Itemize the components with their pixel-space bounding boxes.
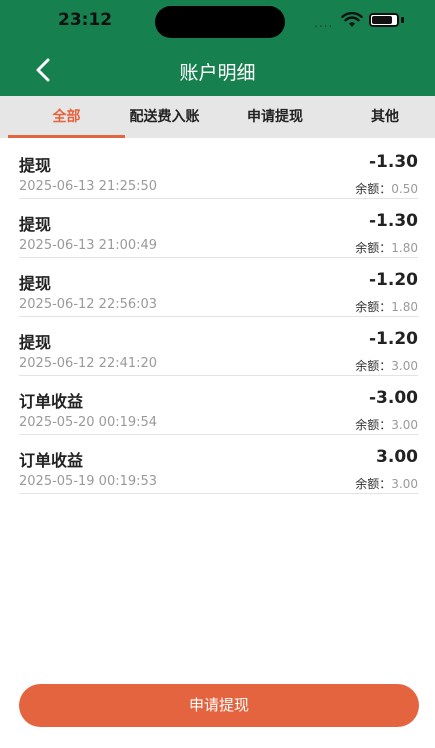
cellular-signal-icon: .... [314,16,334,30]
balance-label: 余额： [355,477,392,491]
record-balance: 余额：1.80 [355,298,418,315]
tab-other[interactable]: 其他 [345,96,425,138]
list-item[interactable]: 提现 -1.30 2025-06-13 21:25:50 余额：0.50 [19,140,418,199]
record-amount: -3.00 [369,388,418,408]
balance-value: 3.00 [391,477,418,491]
record-balance: 余额：3.00 [355,357,418,374]
record-amount: -1.30 [369,211,418,231]
tab-all[interactable]: 全部 [8,96,125,138]
record-date: 2025-06-13 21:00:49 [19,238,158,253]
record-name: 订单收益 [19,451,84,470]
record-balance: 余额：0.50 [355,180,418,197]
status-bar: 23:12 .... [0,0,435,44]
record-name: 提现 [19,215,52,234]
balance-label: 余额： [355,300,392,314]
balance-value: 1.80 [391,241,418,255]
record-name: 提现 [19,274,52,293]
tab-delivery-income[interactable]: 配送费入账 [112,96,217,138]
balance-value: 3.00 [391,359,418,373]
record-amount: -1.30 [369,152,418,172]
list-item[interactable]: 提现 -1.20 2025-06-12 22:56:03 余额：1.80 [19,258,418,317]
balance-label: 余额： [355,359,392,373]
record-balance: 余额：3.00 [355,475,418,492]
battery-cap [401,17,404,23]
transaction-list: 提现 -1.30 2025-06-13 21:25:50 余额：0.50 提现 … [0,140,435,494]
app-header: 23:12 .... 账户明细 [0,0,435,96]
list-item[interactable]: 提现 -1.30 2025-06-13 21:00:49 余额：1.80 [19,199,418,258]
record-name: 提现 [19,333,52,352]
record-date: 2025-06-13 21:25:50 [19,179,158,194]
apply-withdraw-button[interactable]: 申请提现 [19,684,419,727]
list-item[interactable]: 订单收益 3.00 2025-05-19 00:19:53 余额：3.00 [19,435,418,494]
record-amount: 3.00 [376,447,418,467]
battery-icon [369,13,399,27]
balance-value: 3.00 [391,418,418,432]
record-name: 提现 [19,156,52,175]
record-date: 2025-05-19 00:19:53 [19,474,158,489]
balance-label: 余额： [355,241,392,255]
balance-value: 0.50 [391,182,418,196]
balance-label: 余额： [355,182,392,196]
list-item[interactable]: 提现 -1.20 2025-06-12 22:41:20 余额：3.00 [19,317,418,376]
balance-label: 余额： [355,418,392,432]
record-date: 2025-06-12 22:41:20 [19,356,158,371]
nav-bar: 账户明细 [0,44,435,96]
tab-withdraw[interactable]: 申请提现 [232,96,318,138]
filter-tabs: 全部 配送费入账 申请提现 其他 [0,96,435,138]
record-balance: 余额：3.00 [355,416,418,433]
list-item[interactable]: 订单收益 -3.00 2025-05-20 00:19:54 余额：3.00 [19,376,418,435]
record-amount: -1.20 [369,329,418,349]
record-amount: -1.20 [369,270,418,290]
status-time: 23:12 [58,10,113,30]
record-date: 2025-05-20 00:19:54 [19,415,158,430]
balance-value: 1.80 [391,300,418,314]
record-balance: 余额：1.80 [355,239,418,256]
wifi-icon [341,12,363,27]
page-title: 账户明细 [179,62,256,84]
camera-notch [155,6,285,38]
record-date: 2025-06-12 22:56:03 [19,297,158,312]
record-name: 订单收益 [19,392,84,411]
active-tab-indicator [8,135,125,138]
